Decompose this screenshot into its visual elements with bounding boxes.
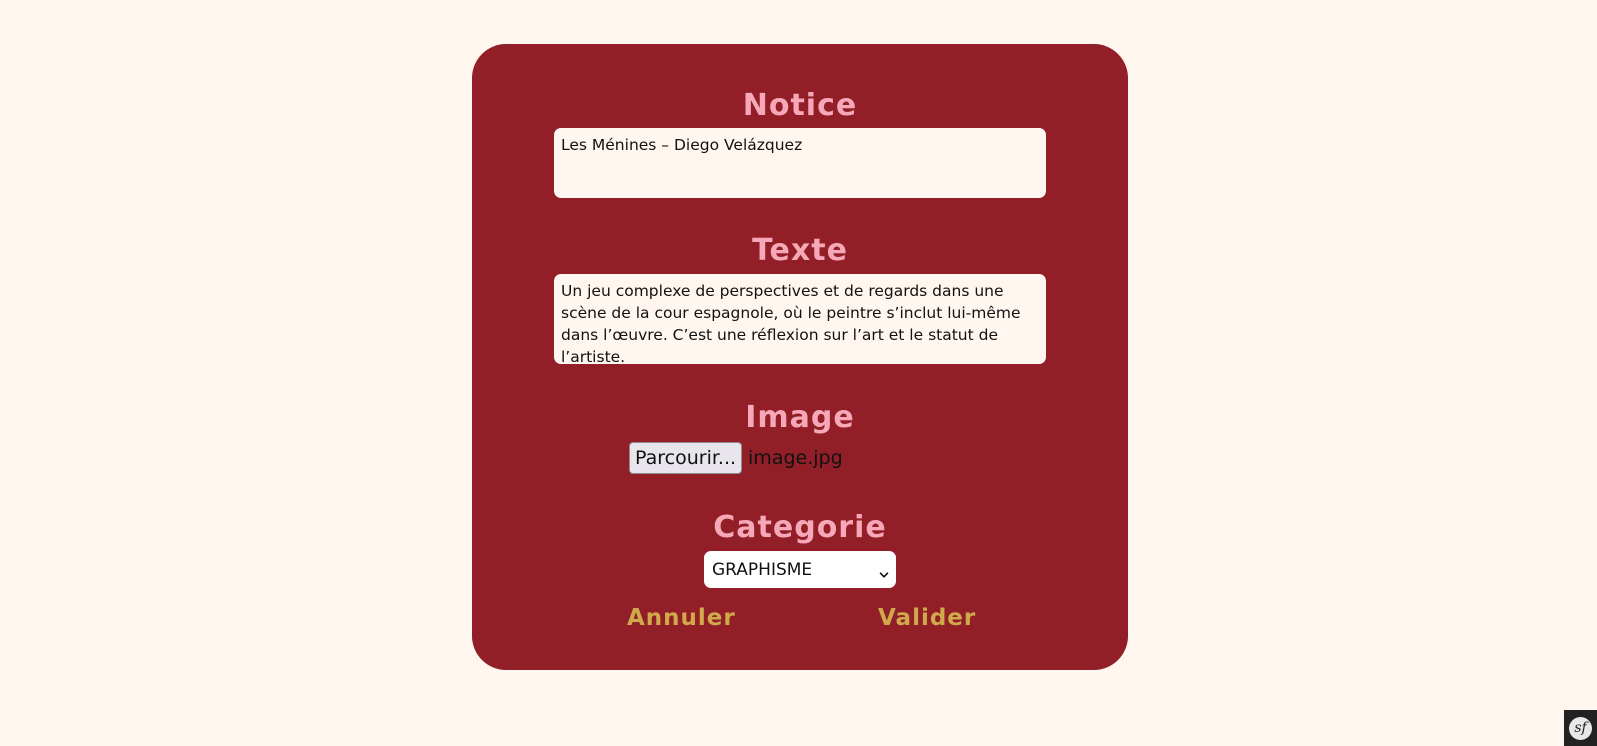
- image-title: Image: [745, 400, 855, 435]
- categorie-select[interactable]: GRAPHISME: [704, 551, 896, 588]
- chevron-down-icon: [879, 565, 889, 578]
- cancel-button[interactable]: Annuler: [627, 605, 736, 631]
- browse-button[interactable]: Parcourir...: [629, 442, 743, 474]
- form-card: Notice Les Ménines – Diego Velázquez Tex…: [472, 44, 1128, 670]
- notice-title: Notice: [742, 88, 858, 123]
- categorie-title: Categorie: [713, 510, 887, 545]
- debug-toolbar-toggle[interactable]: sf: [1564, 710, 1597, 746]
- symfony-icon: sf: [1569, 716, 1592, 740]
- image-file-input[interactable]: Parcourir... image.jpg: [629, 442, 843, 474]
- texte-title: Texte: [752, 233, 848, 268]
- submit-button[interactable]: Valider: [878, 605, 976, 631]
- selected-file-name: image.jpg: [748, 447, 843, 469]
- categorie-selected-value: GRAPHISME: [712, 559, 813, 580]
- texte-field[interactable]: Un jeu complexe de perspectives et de re…: [554, 274, 1046, 366]
- notice-field[interactable]: Les Ménines – Diego Velázquez: [554, 128, 1046, 198]
